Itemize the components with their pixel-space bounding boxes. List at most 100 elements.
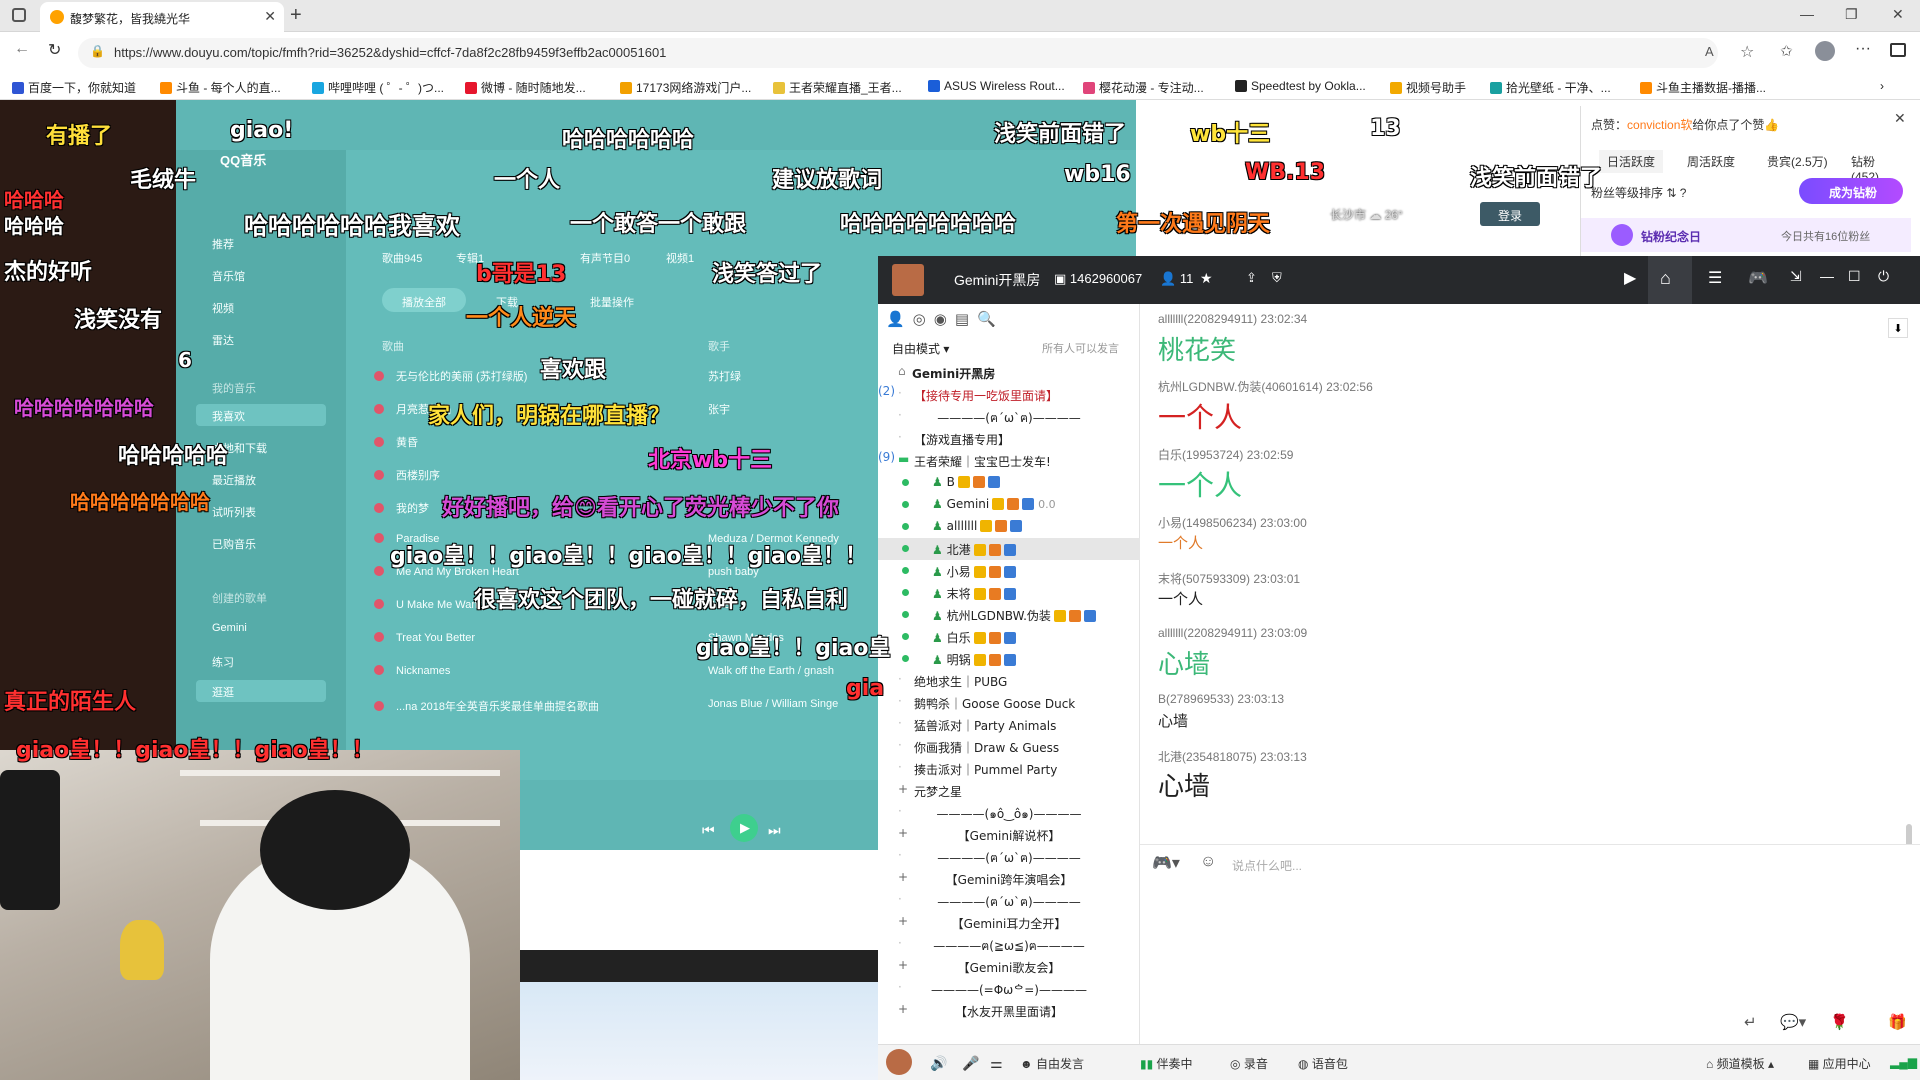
bookmark-baidu[interactable]: 百度一下，你就知道 [12,79,136,96]
mic-icon[interactable]: 🎤 [962,1055,979,1072]
app-center-button[interactable]: ▦ 应用中心 [1808,1055,1871,1072]
channel-item[interactable]: + 【Gemini耳力全开】 [878,912,1140,934]
game-emoji-icon[interactable]: 🎮▾ [1152,853,1180,873]
tab-weekly-active[interactable]: 周活跃度 [1679,150,1743,173]
heart-icon[interactable] [374,404,384,414]
heart-icon[interactable] [374,503,384,513]
member-row[interactable]: ♟ B [878,472,1140,494]
bookmark-shipinhao[interactable]: 视频号助手 [1390,79,1466,96]
heart-icon[interactable] [374,566,384,576]
sidebar-item-music-hall[interactable]: 音乐馆 [212,268,245,284]
channel-item[interactable]: · 猛兽派对｜Party Animals [878,714,1140,736]
bubble-icon[interactable]: 💬▾ [1780,1013,1806,1031]
member-row[interactable]: ♟ 明锅 [878,648,1140,670]
member-row[interactable]: ♟ 小易 [878,560,1140,582]
bookmark-yinghua[interactable]: 樱花动漫 - 专注动... [1083,79,1204,96]
free-speak-button[interactable]: ☻ 自由发言 [1020,1055,1084,1072]
song-singer[interactable]: Jonas Blue / William Singe [708,698,838,710]
tab-programs[interactable]: 有声节目0 [580,250,630,266]
message-user[interactable]: alllllll(2208294911) [1158,312,1257,326]
gift-box-icon[interactable]: 🎁 [1888,1013,1907,1031]
refresh-icon[interactable]: ↻ [48,40,61,60]
scroll-down-icon[interactable]: ⬇ [1888,318,1908,338]
accompaniment-button[interactable]: ▮▮ 伴奏中 [1140,1055,1193,1072]
maximize-icon[interactable]: ☐ [1848,268,1861,285]
bookmark-wangzhe[interactable]: 王者荣耀直播_王者... [773,79,902,96]
sidebar-item-video[interactable]: 视频 [212,300,234,316]
message-user[interactable]: 杭州LGDNBW.伪装(40601614) [1158,380,1323,394]
channel-item[interactable]: + 【水友开黑里面请】 [878,1000,1140,1022]
speaker-icon[interactable]: 🔊 [930,1055,947,1072]
play-all-button[interactable]: 播放全部 [382,288,466,312]
channel-divider[interactable]: · ————(๑ô‿ô๑)———— [878,802,1140,824]
channel-item-open[interactable]: ▬ 王者荣耀｜宝宝巴士发车! (9) [878,450,1140,472]
tab-actions-icon[interactable] [12,8,26,22]
chat-input[interactable]: 说点什么吧... [1232,857,1302,874]
song-row[interactable]: ...na 2018年全英音乐奖最佳单曲提名歌曲 [374,698,599,714]
tab-vip[interactable]: 贵宾(2.5万) [1759,150,1836,173]
heart-icon[interactable] [374,533,384,543]
sidebar-playlist-practice[interactable]: 练习 [212,654,234,670]
channel-template-button[interactable]: ⌂ 频道模板 ▴ [1706,1055,1774,1072]
read-aloud-icon[interactable]: A [1705,44,1714,59]
message-user[interactable]: 北港(2354818075) [1158,750,1257,764]
heart-icon[interactable] [374,371,384,381]
channel-item[interactable]: + 【Gemini歌友会】 [878,956,1140,978]
sidebar-item-liked[interactable]: 我喜欢 [196,404,326,426]
more-menu-icon[interactable]: ··· [1855,40,1871,58]
member-row[interactable]: ♟ 杭州LGDNBW.伪装 [878,604,1140,626]
tab-videos[interactable]: 视频1 [666,250,694,266]
member-row[interactable]: ♟ Gemini 0.0 [878,494,1140,516]
emoji-icon[interactable]: ☺ [1200,853,1216,871]
sidebar-toggle-icon[interactable] [1890,43,1906,57]
sidebar-playlist-browse[interactable]: 逛逛 [196,680,326,702]
power-icon[interactable]: ⏻ [1878,268,1889,285]
bookmark-bilibili[interactable]: 哔哩哔哩 ( ゜- ゜)つ... [312,79,444,96]
channel-item[interactable]: · 【游戏直播专用】 [878,428,1140,450]
bookmark-weibo[interactable]: 微博 - 随时随地发... [465,79,586,96]
new-tab-icon[interactable]: + [290,4,302,27]
message-user[interactable]: 白乐(19953724) [1158,448,1243,462]
bookmark-17173[interactable]: 17173网络游戏门户... [620,79,751,96]
minimize-icon[interactable]: — [1820,268,1834,284]
back-icon[interactable]: ← [14,40,30,58]
bookmark-asus[interactable]: ASUS Wireless Rout... [928,79,1065,93]
video-icon[interactable]: ▶ [1624,268,1636,288]
profile-avatar[interactable] [1815,41,1835,61]
sidebar-item-purchased[interactable]: 已购音乐 [212,536,256,552]
member-row[interactable]: ♟ 北港 [878,538,1140,560]
favorite-star-icon[interactable]: ★ [1200,270,1213,287]
member-row[interactable]: ♟ 白乐 [878,626,1140,648]
record-button[interactable]: ◎ 录音 [1230,1055,1268,1072]
song-row[interactable]: 西楼别序 [374,467,440,483]
sidebar-item-radar[interactable]: 雷达 [212,332,234,348]
next-track-icon[interactable]: ⏭ [768,822,781,839]
song-row[interactable]: 黄昏 [374,434,418,450]
self-avatar[interactable] [886,1049,912,1075]
collapse-icon[interactable]: ⇲ [1790,268,1802,285]
heart-icon[interactable] [374,665,384,675]
channel-item[interactable]: + 元梦之星 [878,780,1140,802]
tab-daily-active[interactable]: 日活跃度 [1599,150,1664,173]
prev-track-icon[interactable]: ⏮ [702,822,715,839]
favorite-star-icon[interactable]: ☆ [1740,42,1754,62]
browser-tab[interactable]: 馥梦繁花，皆我繞光华 ✕ [40,2,284,32]
sidebar-playlist-gemini[interactable]: Gemini [212,622,247,634]
shield-icon[interactable]: ⛨ [1272,270,1282,286]
bookmark-speedtest[interactable]: Speedtest by Ookla... [1235,79,1366,93]
bookmark-shiguang[interactable]: 拾光壁纸 - 干净、... [1490,79,1611,96]
song-row[interactable]: Treat You Better [374,632,475,644]
channel-item[interactable]: · 绝地求生｜PUBG [878,670,1140,692]
tab-songs[interactable]: 歌曲945 [382,250,422,266]
song-row[interactable]: U Make Me Wanna [374,599,490,611]
board-icon[interactable]: ☰ [1708,268,1722,288]
login-button[interactable]: 登录 [1480,202,1540,226]
mixer-icon[interactable]: ⚌ [990,1055,1003,1072]
channel-item[interactable]: · 鹅鸭杀｜Goose Goose Duck [878,692,1140,714]
channel-divider[interactable]: · ————(ฅ´ω`ฅ)———— [878,890,1140,912]
channel-divider[interactable]: · ————(=Φωᅌ=)———— [878,978,1140,1000]
reply-icon[interactable]: ↵ [1744,1013,1757,1031]
bookmark-douyu-data[interactable]: 斗鱼主播数据-播播... [1640,79,1766,96]
home-icon[interactable]: ⌂ [1648,256,1692,304]
become-diamond-button[interactable]: 成为钻粉 [1799,178,1903,204]
